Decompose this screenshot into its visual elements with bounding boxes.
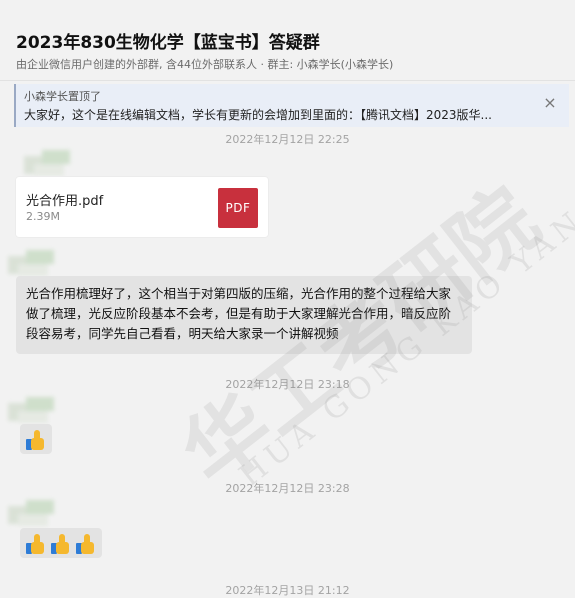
chat-subtitle: 由企业微信用户创建的外部群, 含44位外部联系人 · 群主: 小森学长(小森学长… [16, 58, 394, 71]
thumbs-up-icon [26, 429, 46, 451]
timestamp: 2022年12月12日 22:25 [225, 133, 350, 146]
thumbs-up-icon [26, 533, 46, 555]
pinned-message-text[interactable]: 大家好，这个是在线编辑文档，学长有更新的会增加到里面的：【腾讯文档】2023版华… [24, 106, 534, 123]
timestamp: 2022年12月12日 23:28 [225, 482, 350, 495]
chat-header: 2023年830生物化学【蓝宝书】答疑群 由企业微信用户创建的外部群, 含44位… [0, 0, 575, 81]
timestamp: 2022年12月13日 21:12 [225, 584, 350, 597]
chat-title: 2023年830生物化学【蓝宝书】答疑群 [16, 33, 320, 53]
close-icon[interactable]: × [541, 94, 559, 112]
timestamp: 2022年12月12日 23:18 [225, 378, 350, 391]
avatar[interactable] [8, 397, 54, 425]
emoji-message-bubble [20, 424, 52, 454]
pdf-file-icon: PDF [218, 188, 258, 228]
pinned-by-label: 小森学长置顶了 [24, 90, 101, 103]
emoji-message-bubble [20, 528, 103, 558]
file-size: 2.39M [26, 210, 60, 223]
file-name: 光合作用.pdf [26, 194, 104, 209]
pinned-message-banner[interactable]: 小森学长置顶了 大家好，这个是在线编辑文档，学长有更新的会增加到里面的：【腾讯文… [14, 84, 569, 127]
avatar[interactable] [8, 250, 54, 278]
file-message-card[interactable]: 光合作用.pdf 2.39M PDF [15, 176, 269, 238]
thumbs-up-icon [76, 533, 96, 555]
avatar[interactable] [8, 500, 54, 528]
thumbs-up-icon [51, 533, 71, 555]
text-message-bubble: 光合作用梳理好了，这个相当于对第四版的压缩，光合作用的整个过程给大家做了梳理，光… [16, 276, 472, 354]
avatar[interactable] [24, 150, 70, 178]
